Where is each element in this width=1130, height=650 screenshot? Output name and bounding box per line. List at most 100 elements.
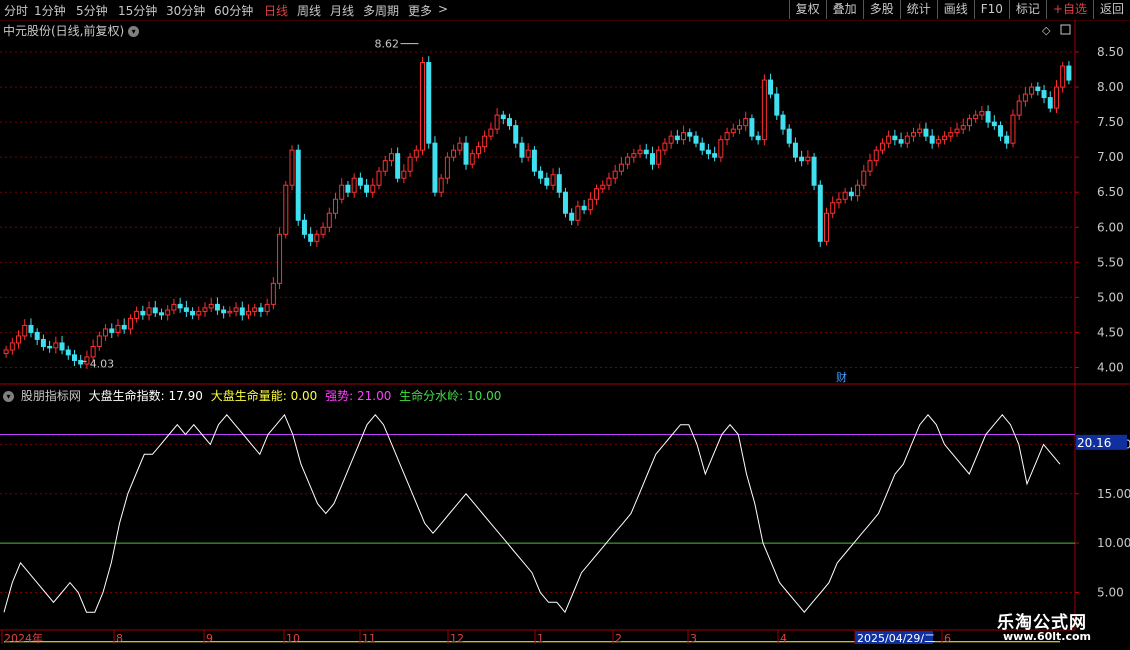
candle-body — [444, 156, 450, 179]
f10-button[interactable]: F10 — [973, 0, 1009, 19]
candle-body — [799, 156, 805, 162]
candle-body — [214, 303, 220, 311]
main-y-tick-label: 6.50 — [1097, 185, 1124, 199]
candle-body — [1060, 65, 1066, 88]
candle-body — [513, 125, 519, 144]
life-index-line — [3, 413, 1061, 614]
candle-body — [432, 142, 438, 193]
candle-body — [59, 342, 65, 351]
candle-body — [475, 146, 481, 155]
more-arrow-icon[interactable]: > — [438, 2, 448, 16]
candle-body — [388, 153, 394, 162]
candle-body — [724, 132, 730, 141]
legend-strong: 强势: 21.00 — [325, 389, 392, 403]
main-y-tick-label: 7.00 — [1097, 150, 1124, 164]
candle-body — [855, 184, 861, 197]
candle-body — [743, 118, 749, 127]
period-more[interactable]: 更多 — [408, 2, 432, 19]
candle-body — [16, 335, 22, 344]
multi-stock-button[interactable]: 多股 — [862, 0, 900, 19]
mark-button[interactable]: 标记 — [1008, 0, 1046, 19]
indicator-dropdown-icon[interactable]: ▾ — [3, 391, 14, 402]
candle-body — [283, 184, 289, 235]
period-60min[interactable]: 60分钟 — [214, 2, 253, 19]
candle-body — [40, 338, 46, 347]
dropdown-circle-icon[interactable]: ▾ — [128, 26, 140, 37]
candle-body — [370, 184, 376, 193]
main-y-tick-label: 4.50 — [1097, 325, 1124, 339]
candle-body — [171, 303, 177, 311]
candle-body — [333, 198, 339, 214]
candle-body — [47, 345, 53, 349]
candle-body — [420, 62, 426, 151]
indicator-name: 股朋指标网 — [20, 389, 81, 403]
candle-body — [140, 310, 146, 316]
candle-body — [239, 307, 245, 316]
candle-body — [792, 142, 798, 158]
period-monthly[interactable]: 月线 — [330, 2, 354, 19]
period-1min[interactable]: 1分钟 — [34, 2, 66, 19]
x-tick-label: 2 — [615, 632, 622, 645]
overlay-button[interactable]: 叠加 — [825, 0, 863, 19]
candle-body — [233, 307, 239, 312]
period-fenshi[interactable]: 分时 — [4, 2, 28, 19]
candle-body — [600, 184, 606, 190]
candle-body — [569, 212, 575, 221]
candle-body — [289, 149, 295, 186]
candle-body — [395, 153, 401, 179]
candle-body — [935, 139, 941, 144]
period-5min[interactable]: 5分钟 — [76, 2, 108, 19]
candle-body — [942, 135, 948, 141]
candle-body — [1035, 86, 1041, 92]
candle-body — [817, 184, 823, 242]
period-daily[interactable]: 日线 — [264, 2, 288, 19]
back-button[interactable]: 返回 — [1092, 0, 1130, 19]
candle-body — [301, 219, 307, 235]
period-30min[interactable]: 30分钟 — [166, 2, 205, 19]
add-watchlist-button[interactable]: +自选 — [1045, 0, 1093, 19]
candle-body — [668, 135, 674, 144]
stock-chart[interactable]: 8.50 8.00 7.50 7.00 6.50 6.00 5.50 5.00 4.50 4.00… — [0, 0, 1130, 650]
candle-body — [699, 142, 705, 151]
indicator-series — [0, 413, 1075, 643]
candle-body — [500, 114, 506, 120]
candle-body — [625, 156, 631, 165]
candle-body — [811, 156, 817, 186]
period-weekly[interactable]: 周线 — [297, 2, 321, 19]
x-tick-label: 12 — [450, 632, 464, 645]
candle-body — [78, 359, 84, 365]
candle-body — [662, 142, 668, 151]
main-y-tick-label: 8.00 — [1097, 80, 1124, 94]
candle-body — [755, 135, 761, 141]
candle-body — [270, 282, 276, 305]
main-chart-title: 中元股份(日线,前复权) ▾ — [3, 22, 140, 39]
candle-body — [1016, 100, 1022, 116]
candle-body — [314, 233, 320, 242]
candle-body — [494, 114, 500, 130]
period-15min[interactable]: 15分钟 — [118, 2, 157, 19]
candle-body — [221, 309, 227, 314]
candle-body — [712, 153, 718, 158]
candle-body — [146, 307, 152, 316]
candle-body — [867, 160, 873, 172]
period-multi[interactable]: 多周期 — [363, 2, 399, 19]
candle-body — [53, 342, 59, 349]
draw-line-button[interactable]: 画线 — [936, 0, 974, 19]
main-y-tick-label: 6.00 — [1097, 220, 1124, 234]
candle-body — [917, 128, 923, 134]
stats-button[interactable]: 统计 — [899, 0, 937, 19]
candle-body — [413, 149, 419, 158]
candle-body — [190, 310, 196, 316]
candle-body — [519, 142, 525, 158]
candle-body — [1029, 86, 1035, 95]
candle-body — [538, 170, 544, 179]
main-y-tick-label: 7.50 — [1097, 115, 1124, 129]
fuquan-button[interactable]: 复权 — [788, 0, 826, 19]
ind-y-tick-label: 10.00 — [1097, 536, 1130, 550]
candle-body — [1053, 86, 1059, 109]
candle-body — [612, 170, 618, 179]
candle-body — [656, 149, 662, 165]
candle-body — [550, 174, 556, 186]
period-toolbar: 分时 1分钟 5分钟 15分钟 30分钟 60分钟 日线 周线 月线 多周期 更… — [0, 0, 1130, 21]
candle-body — [768, 79, 774, 95]
